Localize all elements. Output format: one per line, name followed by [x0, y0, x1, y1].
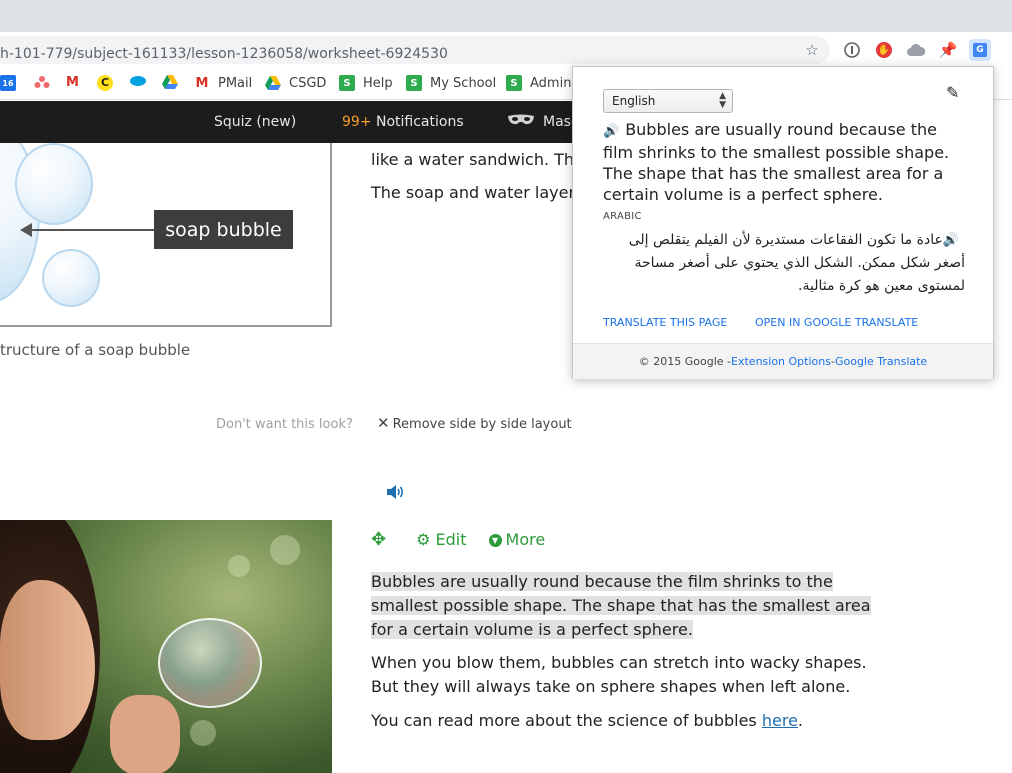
- target-language-label: ARABIC: [603, 211, 642, 222]
- bokeh: [190, 720, 216, 746]
- schoology-icon: S: [506, 75, 522, 91]
- bookmark-label: CSGD: [289, 75, 327, 91]
- copyright-text: © 2015 Google -: [638, 355, 732, 368]
- open-google-translate-link[interactable]: OPEN IN GOOGLE TRANSLATE: [755, 316, 918, 329]
- remove-layout-label: Remove side by side layout: [392, 417, 572, 432]
- speaker-icon[interactable]: 🔊: [603, 124, 619, 139]
- soap-bubble-label: soap bubble: [154, 210, 293, 249]
- bookmark-calendar[interactable]: 16: [0, 75, 24, 91]
- move-icon[interactable]: ✥: [371, 529, 386, 550]
- gear-icon: ⚙: [416, 530, 431, 549]
- remove-layout-link[interactable]: ✕ Remove side by side layout: [377, 414, 572, 432]
- gmail-icon: M: [66, 75, 79, 90]
- bubble-medium: [15, 143, 93, 225]
- bookmark-asana[interactable]: [34, 75, 50, 93]
- bookmark-star-icon[interactable]: ☆: [803, 41, 821, 59]
- chevron-down-icon: ▼: [488, 534, 502, 547]
- drive-icon: [265, 75, 281, 91]
- extension-options-link[interactable]: Extension Options: [731, 355, 831, 368]
- bookmark-label: My School: [430, 75, 497, 91]
- diagram-arrow: [30, 229, 155, 231]
- paragraph-3-end: .: [797, 711, 804, 730]
- source-language-select[interactable]: English ▲ ▼: [603, 89, 733, 113]
- translated-text: 🔊عادة ما تكون الفقاعات مستديرة لأن الفيل…: [603, 229, 965, 298]
- content-toolbar: ✥ ⚙ Edit ▼ More: [371, 529, 545, 550]
- drive-icon: [162, 75, 178, 93]
- close-icon: ✕: [377, 414, 390, 432]
- url-text[interactable]: h-101-779/subject-161133/lesson-1236058/…: [0, 46, 448, 62]
- schoology-icon: S: [406, 75, 422, 91]
- adblock-extension-icon[interactable]: ✋: [875, 41, 893, 59]
- paragraph-highlighted: Bubbles are usually round because the fi…: [371, 570, 871, 642]
- google-translate-link[interactable]: Google Translate: [835, 355, 927, 368]
- paragraph-top-1: like a water sandwich. This: [371, 150, 587, 169]
- gmail-icon: M: [194, 75, 210, 91]
- speaker-icon[interactable]: [387, 485, 405, 503]
- bookmark-label: PMail: [218, 75, 253, 91]
- paragraph-3: You can read more about the science of b…: [371, 709, 871, 733]
- highlighted-text: Bubbles are usually round because the fi…: [371, 572, 871, 639]
- more-button[interactable]: ▼ More: [488, 530, 546, 549]
- onepassword-extension-icon[interactable]: [843, 41, 861, 59]
- arrow-head: [20, 223, 32, 237]
- bubble-small: [42, 249, 100, 307]
- photo-hand: [110, 695, 180, 773]
- bookmark-my-school[interactable]: S My School: [406, 75, 496, 91]
- source-text-body: Bubbles are usually round because the fi…: [603, 120, 950, 204]
- translated-text-body: عادة ما تكون الفقاعات مستديرة لأن الفيلم…: [628, 232, 965, 294]
- browser-tab-strip: [0, 0, 1012, 32]
- bookmark-help[interactable]: S Help: [339, 75, 393, 91]
- paragraph-3-text: You can read more about the science of b…: [371, 711, 762, 730]
- bookmark-mailchimp[interactable]: C: [97, 75, 113, 91]
- bookmark-gmail[interactable]: M: [66, 75, 79, 90]
- address-bar[interactable]: h-101-779/subject-161133/lesson-1236058/…: [0, 36, 830, 64]
- bookmark-label: Admin: [530, 75, 572, 91]
- mask-icon: [507, 114, 535, 130]
- salesforce-icon: [129, 75, 147, 91]
- pencil-icon[interactable]: ✎: [946, 83, 959, 102]
- bokeh: [228, 555, 250, 577]
- photo-bubble: [158, 618, 262, 708]
- bookmark-drive[interactable]: [162, 75, 178, 93]
- nav-masquerade[interactable]: Masq: [507, 114, 580, 130]
- bookmark-admin[interactable]: S Admin: [506, 75, 571, 91]
- popup-footer: © 2015 Google - Extension Options - Goog…: [573, 343, 993, 379]
- here-link[interactable]: here: [762, 711, 798, 730]
- paragraph-top-2: The soap and water layers: [371, 183, 584, 202]
- translate-page-link[interactable]: TRANSLATE THIS PAGE: [603, 316, 727, 329]
- nav-squiz[interactable]: Squiz (new): [214, 114, 296, 130]
- more-label: More: [505, 530, 546, 549]
- cloud-extension-icon[interactable]: [907, 41, 925, 59]
- schoology-icon: S: [339, 75, 355, 91]
- bookmark-csgd[interactable]: CSGD: [265, 75, 326, 91]
- edit-label: Edit: [435, 530, 467, 549]
- layout-toggle-row: Don't want this look? ✕ Remove side by si…: [216, 414, 572, 432]
- bokeh: [270, 535, 300, 565]
- look-question: Don't want this look?: [216, 417, 353, 432]
- bubble-girl-photo: [0, 520, 332, 773]
- mailchimp-icon: C: [97, 75, 113, 91]
- bookmark-salesforce[interactable]: [129, 75, 147, 91]
- bookmark-pmail[interactable]: M PMail: [194, 75, 252, 91]
- speaker-icon[interactable]: 🔊: [943, 233, 959, 248]
- asana-icon: [34, 75, 50, 93]
- edit-button[interactable]: ⚙ Edit: [416, 530, 466, 549]
- source-text: 🔊 Bubbles are usually round because the f…: [603, 119, 971, 205]
- soap-bubble-diagram: soap bubble: [0, 143, 332, 327]
- source-language-value: English: [612, 94, 656, 108]
- notification-count: 99+: [342, 114, 372, 130]
- notifications-label: Notifications: [376, 114, 464, 130]
- google-translate-popup: English ▲ ▼ ✎ 🔊 Bubbles are usually round …: [572, 66, 994, 379]
- pin-extension-icon[interactable]: 📌: [939, 41, 958, 59]
- google-translate-extension-icon[interactable]: G: [969, 39, 991, 61]
- calendar-icon: 16: [0, 75, 16, 91]
- bookmark-label: Help: [363, 75, 393, 91]
- paragraph-2: When you blow them, bubbles can stretch …: [371, 653, 867, 696]
- diagram-caption: tructure of a soap bubble: [0, 341, 191, 359]
- nav-notifications[interactable]: 99+ Notifications: [342, 114, 464, 130]
- select-arrows-icon: ▲ ▼: [719, 91, 726, 110]
